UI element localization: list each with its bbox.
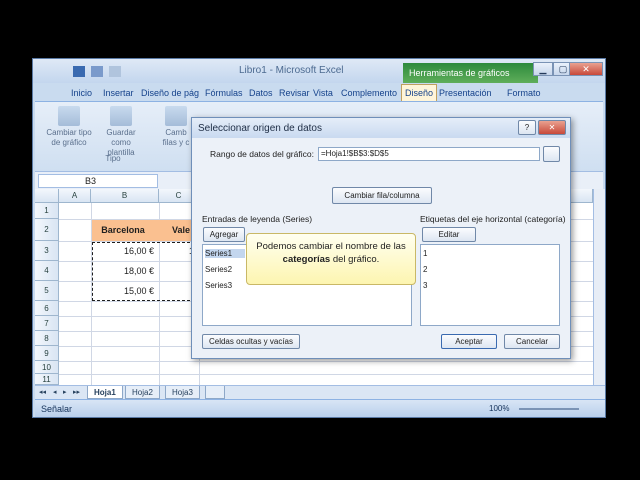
cell-b3[interactable]: 16,00 € bbox=[92, 246, 158, 256]
add-series-button[interactable]: Agregar bbox=[203, 227, 245, 242]
zoom-level[interactable]: 100% bbox=[489, 404, 509, 413]
row-header[interactable]: 3 bbox=[35, 241, 59, 261]
help-button[interactable]: ? bbox=[518, 120, 536, 135]
switch-icon bbox=[165, 106, 187, 126]
title-bar: Libro1 - Microsoft Excel Herramientas de… bbox=[33, 59, 605, 83]
legend-entries-title: Entradas de leyenda (Series) bbox=[202, 214, 313, 224]
sheet-nav-first[interactable]: ◂◂ bbox=[39, 388, 46, 396]
row-header[interactable]: 7 bbox=[35, 316, 59, 331]
categories-listbox[interactable]: 1 2 3 bbox=[420, 244, 560, 326]
save-template-button[interactable]: Guardar como plantilla bbox=[97, 106, 145, 158]
edit-categories-button[interactable]: Editar bbox=[422, 227, 476, 242]
sheet-tab-hoja3[interactable]: Hoja3 bbox=[165, 386, 200, 399]
sheet-nav-prev[interactable]: ◂ bbox=[53, 388, 57, 396]
undo-icon[interactable] bbox=[91, 66, 103, 77]
sheet-nav-next[interactable]: ▸ bbox=[63, 388, 67, 396]
cancel-button[interactable]: Cancelar bbox=[504, 334, 560, 349]
switch-row-column-button[interactable]: Cambiar fila/columna bbox=[332, 187, 432, 204]
collapse-range-icon[interactable] bbox=[543, 146, 560, 162]
row-header[interactable]: 5 bbox=[35, 281, 59, 301]
tab-presentacion[interactable]: Presentación bbox=[439, 84, 492, 101]
row-header[interactable]: 8 bbox=[35, 331, 59, 346]
zoom-slider[interactable] bbox=[519, 408, 579, 410]
save-template-label: Guardar como plantilla bbox=[106, 128, 136, 157]
tab-insertar[interactable]: Insertar bbox=[103, 84, 134, 101]
tab-inicio[interactable]: Inicio bbox=[71, 84, 92, 101]
row-header[interactable]: 10 bbox=[35, 361, 59, 374]
save-icon[interactable] bbox=[73, 66, 85, 77]
switch-row-column-label: Cambiar fila/columna bbox=[344, 191, 420, 200]
context-tab-chart-tools: Herramientas de gráficos bbox=[403, 63, 538, 83]
category-item[interactable]: 1 bbox=[423, 249, 427, 258]
insert-sheet-icon[interactable] bbox=[205, 386, 225, 399]
group-label-tipo: Tipo bbox=[105, 154, 121, 163]
tab-datos[interactable]: Datos bbox=[249, 84, 273, 101]
sheet-nav-last[interactable]: ▸▸ bbox=[73, 388, 80, 396]
series-item[interactable]: Series1 bbox=[205, 249, 245, 258]
row-header[interactable]: 1 bbox=[35, 203, 59, 219]
ok-button[interactable]: Aceptar bbox=[441, 334, 497, 349]
tab-revisar[interactable]: Revisar bbox=[279, 84, 310, 101]
hidden-empty-cells-button[interactable]: Celdas ocultas y vacías bbox=[202, 334, 300, 349]
close-button[interactable]: ✕ bbox=[569, 62, 603, 76]
tooltip-line2: del gráfico. bbox=[330, 254, 380, 265]
row-header[interactable]: 2 bbox=[35, 219, 59, 241]
dialog-close-button[interactable]: ✕ bbox=[538, 120, 566, 135]
tutorial-tooltip: Podemos cambiar el nombre de las categor… bbox=[246, 233, 416, 285]
range-label: Rango de datos del gráfico: bbox=[210, 149, 314, 159]
col-header-b[interactable]: B bbox=[91, 189, 159, 203]
tab-vista[interactable]: Vista bbox=[313, 84, 333, 101]
name-box[interactable]: B3 bbox=[38, 174, 158, 188]
change-chart-type-button[interactable]: Cambiar tipo de gráfico bbox=[45, 106, 93, 148]
tab-formulas[interactable]: Fórmulas bbox=[205, 84, 243, 101]
chart-type-icon bbox=[58, 106, 80, 126]
dialog-title: Seleccionar origen de datos bbox=[192, 118, 570, 138]
sheet-tabs-bar: ◂◂ ◂ ▸ ▸▸ Hoja1 Hoja2 Hoja3 bbox=[35, 385, 605, 399]
tooltip-line1: Podemos cambiar el nombre de las bbox=[256, 241, 406, 252]
status-bar: Señalar 100% bbox=[35, 399, 605, 417]
tab-diseno-pagina[interactable]: Diseño de pág bbox=[141, 84, 199, 101]
corner-select-all[interactable] bbox=[35, 189, 59, 203]
category-item[interactable]: 3 bbox=[423, 281, 427, 290]
window-title: Libro1 - Microsoft Excel bbox=[239, 65, 344, 76]
range-input[interactable]: =Hoja1!$B$3:$D$5 bbox=[318, 147, 540, 161]
template-icon bbox=[110, 106, 132, 126]
row-header[interactable]: 4 bbox=[35, 261, 59, 281]
vertical-scrollbar[interactable] bbox=[593, 189, 605, 385]
redo-icon[interactable] bbox=[109, 66, 121, 77]
tab-complementos[interactable]: Complemento bbox=[341, 84, 397, 101]
change-chart-type-label: Cambiar tipo de gráfico bbox=[46, 128, 92, 147]
minimize-button[interactable]: ▁ bbox=[533, 62, 553, 76]
row-header[interactable]: 6 bbox=[35, 301, 59, 316]
switch-rows-button[interactable]: Camb filas y c bbox=[161, 106, 191, 148]
row-header[interactable]: 9 bbox=[35, 346, 59, 361]
series-item[interactable]: Series3 bbox=[205, 281, 232, 290]
tooltip-bold: categorías bbox=[282, 254, 331, 265]
status-mode: Señalar bbox=[41, 404, 73, 414]
cell-b4[interactable]: 18,00 € bbox=[92, 266, 158, 276]
row-header[interactable]: 11 bbox=[35, 374, 59, 385]
switch-rows-label: Camb filas y c bbox=[162, 128, 190, 147]
tab-formato[interactable]: Formato bbox=[507, 84, 541, 101]
axis-labels-title: Etiquetas del eje horizontal (categoría) bbox=[420, 214, 566, 224]
sheet-tab-hoja2[interactable]: Hoja2 bbox=[125, 386, 160, 399]
cell-b5[interactable]: 15,00 € bbox=[92, 286, 158, 296]
cell-b2[interactable]: Barcelona bbox=[92, 225, 158, 235]
sheet-tab-hoja1[interactable]: Hoja1 bbox=[87, 386, 123, 399]
tab-diseno[interactable]: Diseño bbox=[401, 84, 438, 101]
series-item[interactable]: Series2 bbox=[205, 265, 232, 274]
col-header-a[interactable]: A bbox=[59, 189, 91, 203]
category-item[interactable]: 2 bbox=[423, 265, 427, 274]
